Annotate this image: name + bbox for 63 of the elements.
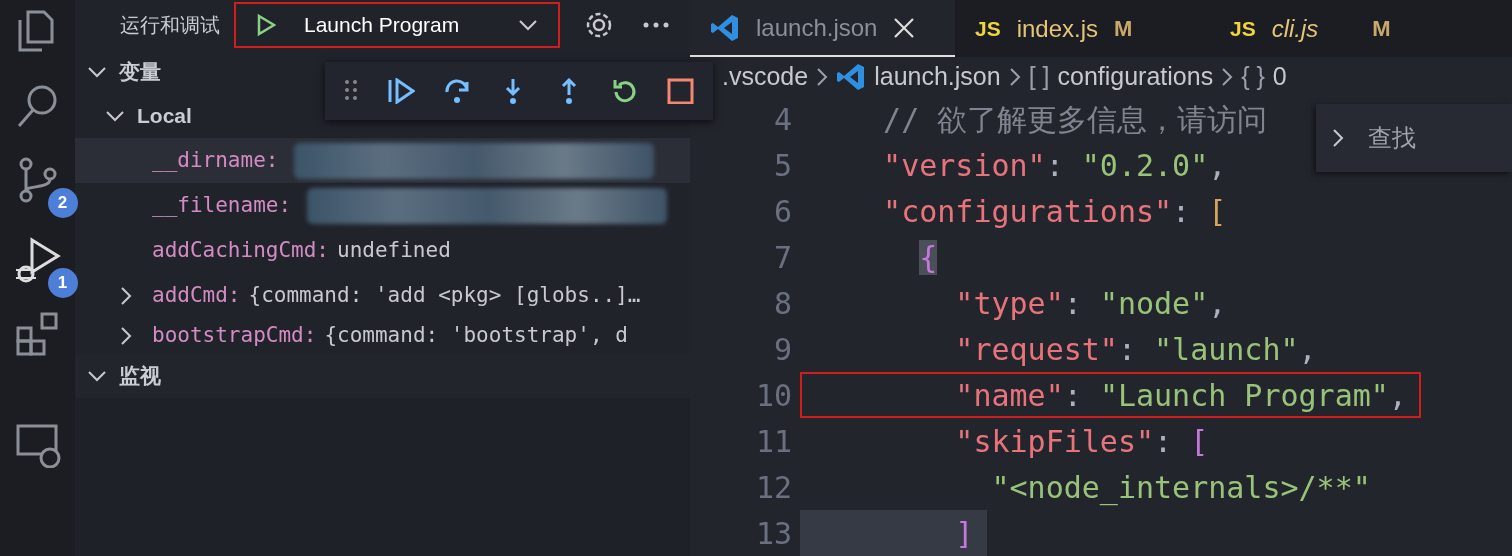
line-number: 6	[772, 192, 793, 231]
more-actions-icon[interactable]	[642, 21, 670, 29]
variable-row[interactable]: __dirname:	[75, 138, 690, 183]
chevron-right-icon	[1221, 66, 1234, 87]
variable-value: {command: 'add <pkg> [globs..]…	[248, 281, 641, 309]
settings-icon[interactable]	[584, 10, 614, 40]
variable-row[interactable]: __filename:	[75, 183, 690, 228]
variable-name: bootstrapCmd:	[152, 322, 317, 350]
launch-config-dropdown[interactable]: Launch Program	[234, 2, 560, 48]
chevron-right-icon	[1008, 66, 1021, 87]
code-line: "request": "launch",	[954, 330, 1318, 369]
variable-name: __filename:	[152, 191, 292, 219]
find-label: 查找	[1368, 123, 1416, 153]
variable-value: {command: 'bootstrap', d	[324, 322, 628, 350]
variable-name: addCachingCmd:	[152, 236, 329, 264]
variable-row[interactable]: bootstrapCmd: {command: 'bootstrap', d	[75, 318, 690, 354]
close-icon[interactable]	[893, 16, 916, 39]
code-line: "<node_internals>/**"	[990, 468, 1372, 508]
breadcrumb-item[interactable]: configurations	[1057, 57, 1214, 96]
line-number: 7	[772, 238, 793, 277]
line-number: 13	[754, 514, 793, 553]
variable-row[interactable]: addCachingCmd: undefined	[75, 228, 690, 273]
scope-title[interactable]: Local	[137, 100, 192, 132]
symbol-icon: { }	[1241, 57, 1265, 96]
step-over-icon[interactable]	[443, 78, 471, 104]
play-icon	[256, 13, 276, 37]
restart-icon[interactable]	[611, 78, 639, 104]
count-badge: 1	[47, 268, 78, 298]
breadcrumb-item[interactable]: 0	[1272, 57, 1287, 96]
editor-tab[interactable]: launch.json	[690, 0, 955, 57]
symbol-icon: [ ]	[1028, 57, 1050, 96]
js-file-icon: JS	[975, 12, 1001, 45]
line-number: 4	[772, 100, 793, 139]
file-type-icon	[836, 61, 867, 92]
line-number: 9	[772, 330, 793, 369]
variable-name: addCmd:	[152, 281, 241, 309]
line-number: 11	[754, 422, 793, 461]
chevron-down-icon	[518, 19, 538, 31]
chevron-right-icon	[816, 66, 829, 87]
code-line: "configurations": [	[882, 192, 1228, 231]
line-number: 10	[754, 376, 793, 415]
modified-indicator: M	[1372, 15, 1391, 43]
continue-icon[interactable]	[387, 78, 415, 104]
line-number: 5	[772, 146, 793, 185]
code-line: "type": "node",	[954, 284, 1228, 323]
modified-indicator: M	[1114, 15, 1133, 43]
code-line: "skipFiles": [	[954, 422, 1210, 461]
section-title[interactable]: 变量	[119, 56, 161, 88]
breadcrumb-item[interactable]: .vscode	[722, 57, 809, 96]
file-type-icon	[710, 12, 740, 43]
code-line: // 欲了解更多信息，请访问	[882, 100, 1269, 139]
js-file-icon: JS	[1230, 12, 1256, 45]
variable-value: undefined	[337, 236, 451, 264]
panel-title: 运行和调试	[120, 13, 220, 38]
stop-icon[interactable]	[667, 78, 695, 104]
breadcrumb-item[interactable]: launch.json	[874, 57, 1001, 96]
variable-name: __dirname:	[152, 146, 279, 174]
line-number: 12	[754, 468, 793, 507]
count-badge: 2	[47, 188, 78, 218]
variable-row[interactable]: addCmd: {command: 'add <pkg> [globs..]…	[75, 273, 690, 318]
code-line: "version": "0.2.0",	[882, 146, 1228, 185]
line-number: 8	[772, 284, 793, 323]
section-title[interactable]: 监视	[119, 360, 161, 392]
